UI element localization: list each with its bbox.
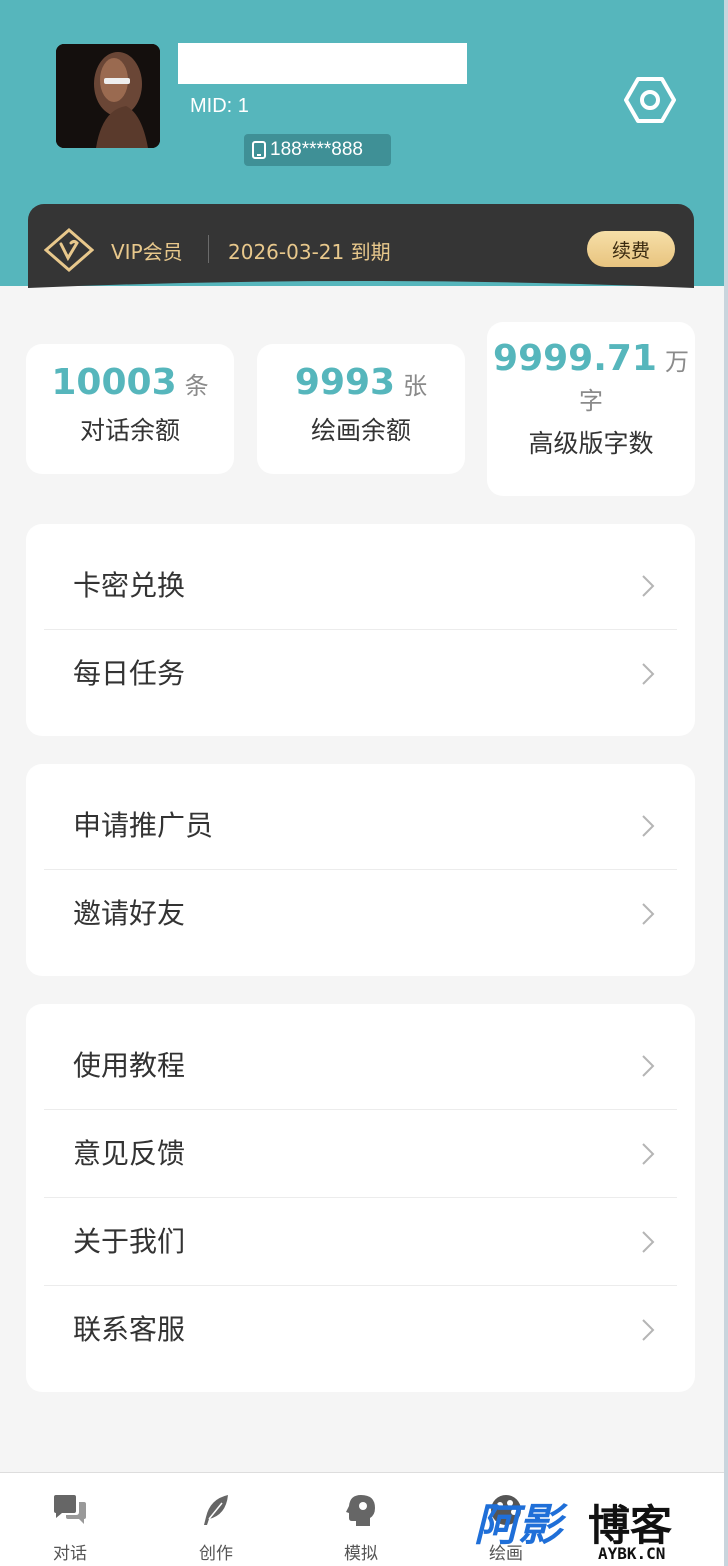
- renew-button[interactable]: 续费: [587, 231, 675, 267]
- tab-label: 模拟: [344, 1544, 378, 1564]
- phone-number: 188****888: [270, 139, 363, 160]
- vip-label: VIP会员: [111, 240, 183, 264]
- stat-value: 9993: [294, 362, 396, 403]
- chevron-right-icon: [642, 815, 655, 837]
- menu-item-about-us[interactable]: 关于我们: [44, 1198, 677, 1286]
- menu-item-label: 邀请好友: [73, 897, 186, 930]
- stat-unit: 条: [184, 372, 209, 400]
- tab-chat[interactable]: 对话: [20, 1473, 120, 1566]
- menu-item-label: 意见反馈: [73, 1137, 186, 1170]
- vip-diamond-icon: [44, 228, 94, 272]
- avatar-photo: [56, 44, 160, 148]
- watermark-logo: 阿影 博客 AYBK.CN: [472, 1496, 712, 1563]
- stat-draw-balance: 9993 张 绘画余额: [257, 344, 465, 474]
- feather-icon: [204, 1495, 228, 1525]
- chevron-right-icon: [642, 903, 655, 925]
- menu-item-label: 申请推广员: [73, 809, 214, 842]
- svg-text:阿影: 阿影: [474, 1500, 568, 1551]
- chevron-right-icon: [642, 1055, 655, 1077]
- avatar[interactable]: [56, 44, 160, 148]
- tab-create[interactable]: 创作: [166, 1473, 266, 1566]
- menu-card-help: 使用教程 意见反馈 关于我们 联系客服: [26, 1004, 695, 1392]
- chevron-right-icon: [642, 1319, 655, 1341]
- svg-text:博客: 博客: [588, 1501, 672, 1550]
- menu-item-apply-promoter[interactable]: 申请推广员: [44, 782, 677, 870]
- menu-item-daily-tasks[interactable]: 每日任务: [44, 630, 677, 718]
- menu-item-label: 卡密兑换: [73, 569, 186, 602]
- menu-item-label: 每日任务: [73, 657, 186, 690]
- member-id: MID: 1: [190, 95, 249, 117]
- tab-label: 创作: [199, 1544, 233, 1564]
- stat-label: 绘画余额: [310, 416, 411, 445]
- menu-item-redeem-code[interactable]: 卡密兑换: [44, 542, 677, 630]
- stat-premium-words: 9999.71 万 字 高级版字数: [487, 322, 695, 496]
- stat-label: 高级版字数: [528, 429, 654, 458]
- username-field: [178, 43, 467, 84]
- menu-item-label: 使用教程: [73, 1049, 186, 1082]
- menu-item-customer-service[interactable]: 联系客服: [44, 1286, 677, 1374]
- menu-item-tutorial[interactable]: 使用教程: [44, 1022, 677, 1110]
- menu-card-redeem: 卡密兑换 每日任务: [26, 524, 695, 736]
- chevron-right-icon: [642, 663, 655, 685]
- menu-card-promotion: 申请推广员 邀请好友: [26, 764, 695, 976]
- stat-unit-2: 字: [579, 387, 603, 415]
- watermark-graphic: 阿影 博客 AYBK.CN: [474, 1500, 672, 1563]
- stat-chat-balance: 10003 条 对话余额: [26, 344, 234, 474]
- chevron-right-icon: [642, 575, 655, 597]
- chevron-right-icon: [642, 1231, 655, 1253]
- chat-bubbles-icon: [54, 1495, 86, 1524]
- vip-expire-date: 2026-03-21 到期: [228, 240, 391, 264]
- vip-card: VIP会员 2026-03-21 到期 续费: [28, 204, 694, 294]
- tab-label: 对话: [53, 1544, 87, 1564]
- menu-item-feedback[interactable]: 意见反馈: [44, 1110, 677, 1198]
- window-edge: [724, 0, 728, 1566]
- stat-value: 9999.71: [493, 338, 657, 379]
- stat-label: 对话余额: [79, 416, 180, 445]
- tab-simulate[interactable]: 模拟: [311, 1473, 411, 1566]
- head-profile-icon: [346, 1495, 375, 1526]
- phone-badge: 188****888: [244, 134, 391, 166]
- menu-item-label: 关于我们: [73, 1225, 186, 1258]
- hexagon-settings-icon: [624, 77, 676, 123]
- vip-divider: [208, 235, 209, 263]
- menu-item-invite-friends[interactable]: 邀请好友: [44, 870, 677, 958]
- settings-button[interactable]: [624, 76, 676, 124]
- phone-icon: [252, 141, 266, 159]
- chevron-right-icon: [642, 1143, 655, 1165]
- svg-text:AYBK.CN: AYBK.CN: [598, 1544, 665, 1562]
- menu-item-label: 联系客服: [73, 1313, 186, 1346]
- stat-unit: 张: [403, 372, 428, 400]
- stat-value: 10003: [51, 362, 177, 403]
- stat-unit: 万: [664, 348, 689, 376]
